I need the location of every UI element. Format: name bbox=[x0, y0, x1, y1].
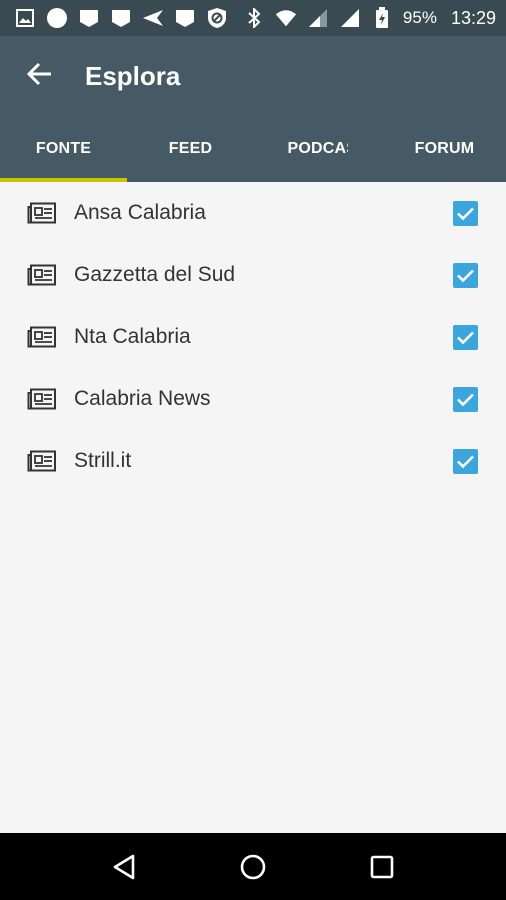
tab-forum[interactable]: FORUM bbox=[381, 116, 506, 182]
back-button[interactable] bbox=[12, 48, 68, 104]
tab-label: FEED bbox=[168, 140, 213, 157]
newspaper-icon bbox=[27, 264, 57, 286]
newspaper-icon bbox=[27, 326, 57, 348]
app-bar: Esplora bbox=[0, 36, 506, 116]
tab-label: FORUM bbox=[414, 140, 475, 157]
nav-recents-button[interactable] bbox=[354, 839, 410, 895]
newspaper-icon bbox=[27, 202, 57, 224]
back-triangle-icon bbox=[114, 854, 135, 879]
message-icon bbox=[174, 7, 196, 29]
source-checkbox[interactable] bbox=[453, 324, 478, 350]
source-name: Calabria News bbox=[74, 387, 211, 410]
source-checkbox[interactable] bbox=[453, 448, 478, 474]
list-item[interactable]: Calabria News bbox=[0, 368, 506, 430]
clock: 13:29 bbox=[450, 7, 496, 28]
tab-podcast[interactable]: PODCAST bbox=[254, 116, 381, 182]
list-item[interactable]: Gazzetta del Sud bbox=[0, 244, 506, 306]
status-bar: 95% 13:29 bbox=[0, 0, 506, 36]
message-icon bbox=[78, 7, 100, 29]
source-name: Nta Calabria bbox=[74, 325, 191, 348]
blocked-icon bbox=[206, 7, 228, 29]
signal-icon bbox=[339, 7, 361, 29]
image-icon bbox=[14, 7, 36, 29]
home-circle-icon bbox=[240, 854, 266, 879]
bluetooth-icon bbox=[243, 7, 265, 29]
list-item[interactable]: Strill.it bbox=[0, 430, 506, 492]
notification-icons bbox=[14, 7, 228, 29]
source-name: Ansa Calabria bbox=[74, 201, 206, 224]
check-icon bbox=[457, 455, 474, 468]
message-icon bbox=[110, 7, 132, 29]
source-list: Ansa Calabria Gazzetta del Sud Nta Calab… bbox=[0, 182, 506, 492]
nav-back-button[interactable] bbox=[96, 839, 152, 895]
system-icons: 95% 13:29 bbox=[243, 7, 496, 29]
check-icon bbox=[457, 207, 474, 220]
wifi-icon bbox=[275, 7, 297, 29]
battery-percentage: 95% bbox=[402, 8, 437, 27]
circle-icon bbox=[46, 7, 68, 29]
newspaper-icon bbox=[27, 388, 57, 410]
source-checkbox[interactable] bbox=[453, 262, 478, 288]
list-item[interactable]: Ansa Calabria bbox=[0, 182, 506, 244]
battery-icon bbox=[371, 7, 393, 29]
tab-feed[interactable]: FEED bbox=[127, 116, 254, 182]
navigation-bar bbox=[0, 833, 506, 900]
nav-home-button[interactable] bbox=[225, 839, 281, 895]
tab-label: PODCAST bbox=[287, 140, 348, 157]
check-icon bbox=[457, 269, 474, 282]
check-icon bbox=[457, 393, 474, 406]
source-checkbox[interactable] bbox=[453, 200, 478, 226]
newspaper-icon bbox=[27, 450, 57, 472]
source-name: Strill.it bbox=[74, 449, 132, 472]
tab-bar: FONTE FEED PODCAST FORUM bbox=[0, 116, 506, 182]
check-icon bbox=[457, 331, 474, 344]
source-name: Gazzetta del Sud bbox=[74, 263, 236, 286]
source-checkbox[interactable] bbox=[453, 386, 478, 412]
send-icon bbox=[142, 7, 164, 29]
tab-fonte[interactable]: FONTE bbox=[0, 116, 127, 182]
page-title: Esplora bbox=[85, 60, 181, 91]
tab-label: FONTE bbox=[35, 140, 92, 157]
list-item[interactable]: Nta Calabria bbox=[0, 306, 506, 368]
signal-icon bbox=[307, 7, 329, 29]
recents-square-icon bbox=[370, 855, 393, 878]
arrow-back-icon bbox=[26, 62, 53, 91]
